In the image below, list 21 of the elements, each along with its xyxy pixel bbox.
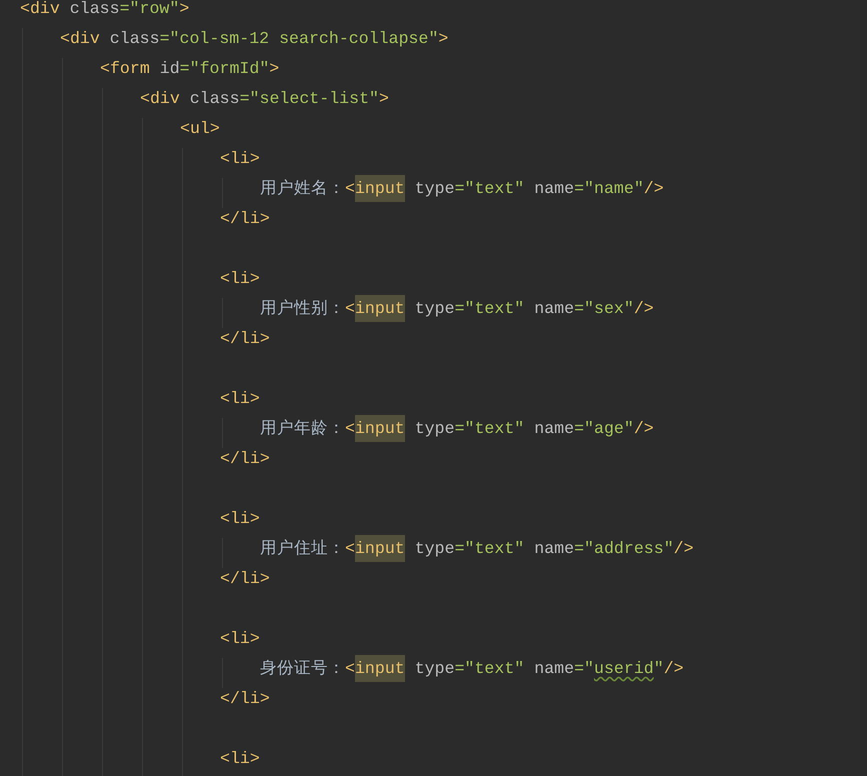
code-line: </li>	[220, 208, 270, 230]
code-line: <div class="col-sm-12 search-collapse">	[60, 28, 448, 50]
code-line: <li>	[220, 388, 260, 410]
code-line: <form id="formId">	[100, 58, 280, 80]
code-line: <div class="select-list">	[140, 88, 389, 110]
code-line: <li>	[220, 268, 260, 290]
code-line: <li>	[220, 508, 260, 530]
code-line: <li>	[220, 628, 260, 650]
code-line: 用户性别：<input type="text" name="sex"/>	[260, 298, 654, 320]
code-line: </li>	[220, 448, 270, 470]
code-line: 用户年龄：<input type="text" name="age"/>	[260, 418, 654, 440]
code-line: 用户姓名：<input type="text" name="name"/>	[260, 178, 664, 200]
code-line: </li>	[220, 688, 270, 710]
code-line: <li>	[220, 148, 260, 170]
code-line: </li>	[220, 328, 270, 350]
code-line: 用户住址：<input type="text" name="address"/>	[260, 538, 694, 560]
code-line: </li>	[220, 568, 270, 590]
code-line: <div class="row">	[20, 0, 190, 20]
code-line: 身份证号：<input type="text" name="userid"/>	[260, 658, 684, 680]
code-line: <ul>	[180, 118, 220, 140]
code-line: <li>	[220, 748, 260, 770]
